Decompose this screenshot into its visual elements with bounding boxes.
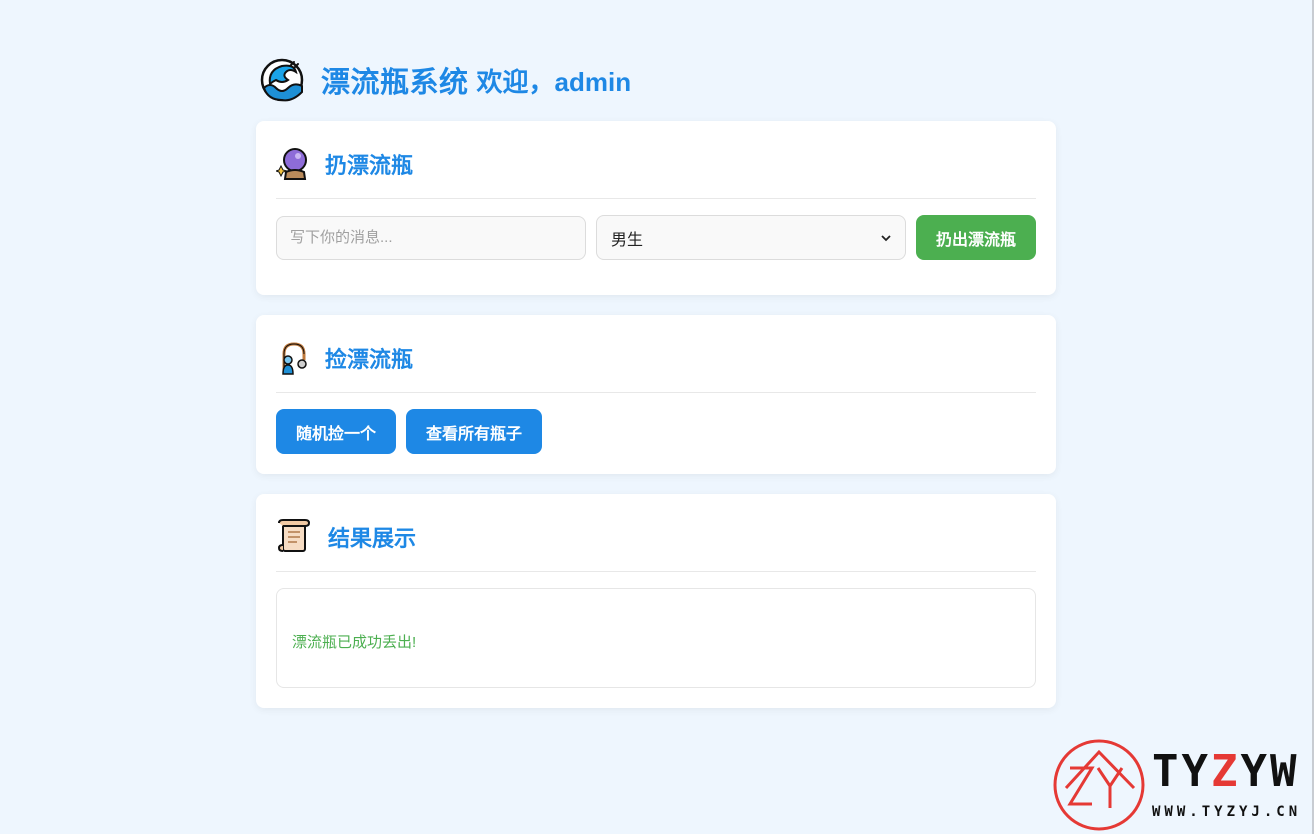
result-card-title: 结果展示 (328, 525, 417, 551)
welcome-text: 欢迎，admin (476, 66, 632, 97)
watermark-url: WWW.TYZYJ.CN (1152, 804, 1302, 820)
pick-card-header: 捡漂流瓶 (276, 335, 1036, 393)
result-box: 漂流瓶已成功丢出! (276, 588, 1036, 688)
scroll-icon (277, 518, 311, 552)
page-title: 漂流瓶系统 (321, 67, 469, 99)
gender-select[interactable]: 男生 (596, 215, 906, 260)
result-card-header: 结果展示 (276, 514, 1036, 572)
pick-card-title: 捡漂流瓶 (325, 346, 414, 372)
view-all-bottles-button[interactable]: 查看所有瓶子 (406, 409, 542, 454)
page: 漂流瓶系统 欢迎，admin 扔漂流瓶 男生 (0, 0, 1314, 834)
random-pick-button[interactable]: 随机捡一个 (276, 409, 396, 454)
throw-bottle-button[interactable]: 扔出漂流瓶 (916, 215, 1036, 260)
wave-icon (260, 58, 304, 102)
throw-bottle-card: 扔漂流瓶 男生 扔出漂流瓶 (256, 121, 1056, 295)
pick-actions: 随机捡一个 查看所有瓶子 (276, 409, 1036, 454)
throw-card-header: 扔漂流瓶 (276, 141, 1036, 199)
crystal-ball-icon (276, 147, 307, 180)
pick-bottle-card: 捡漂流瓶 随机捡一个 查看所有瓶子 (256, 315, 1056, 474)
result-message: 漂流瓶已成功丢出! (292, 633, 417, 651)
result-card: 结果展示 漂流瓶已成功丢出! (256, 494, 1056, 708)
chevron-down-icon (881, 234, 891, 241)
throw-card-title: 扔漂流瓶 (325, 152, 414, 178)
watermark: TYZYW WWW.TYZYJ.CN (1052, 738, 1314, 832)
tyzyw-logo-icon (1053, 739, 1145, 831)
throw-form: 男生 扔出漂流瓶 (276, 215, 1036, 275)
message-input[interactable] (276, 215, 586, 260)
gender-selected-value: 男生 (611, 231, 644, 249)
page-header: 漂流瓶系统 欢迎，admin (256, 52, 1056, 108)
watermark-brand: TYZYW (1152, 746, 1300, 797)
main-container: 漂流瓶系统 欢迎，admin 扔漂流瓶 男生 (256, 52, 1056, 728)
fishing-person-icon (282, 341, 307, 375)
